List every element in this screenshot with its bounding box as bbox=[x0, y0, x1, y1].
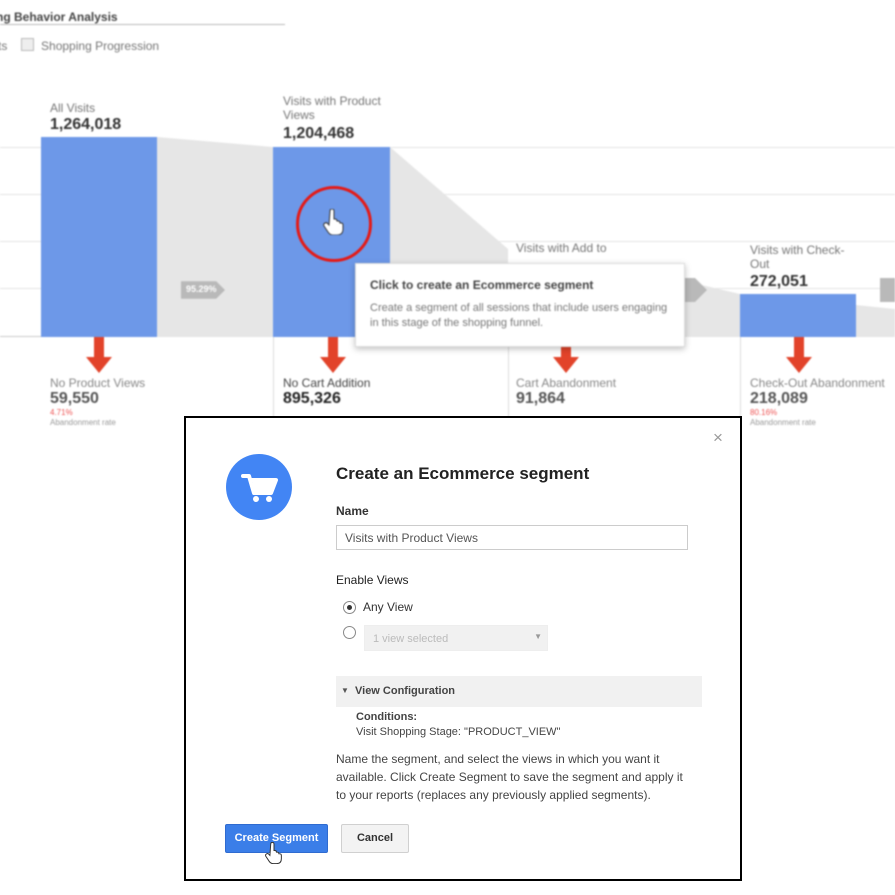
rate-tag bbox=[683, 278, 707, 302]
funnel-bar-all-visits[interactable] bbox=[41, 137, 157, 337]
title-divider bbox=[0, 24, 285, 25]
tooltip-title: Click to create an Ecommerce segment bbox=[370, 278, 594, 292]
tab-shopping-progression[interactable]: Shopping Progression bbox=[41, 39, 159, 53]
rate-tag bbox=[880, 278, 895, 302]
hand-cursor-icon bbox=[323, 209, 344, 235]
drop-off-cart-abandonment: Cart Abandonment 91,864 bbox=[516, 376, 616, 408]
drop-rate: 80.16% bbox=[750, 408, 778, 417]
shopping-cart-icon bbox=[226, 454, 292, 520]
rate-tag-value: 95.29% bbox=[186, 284, 217, 294]
stage-label-all-visits: All Visits bbox=[50, 101, 96, 115]
radio-selected-dot bbox=[347, 605, 352, 610]
column-outline bbox=[508, 337, 509, 417]
radio-any-view[interactable] bbox=[343, 601, 356, 614]
drop-label: Cart Abandonment bbox=[516, 376, 617, 390]
drop-off-arrow-icon bbox=[786, 337, 812, 373]
enable-views-label: Enable Views bbox=[336, 573, 409, 587]
segment-name-input[interactable] bbox=[336, 525, 688, 550]
chevron-down-icon: ▼ bbox=[341, 686, 349, 695]
hand-cursor-icon bbox=[265, 842, 282, 864]
stage-label-line: Views bbox=[283, 108, 315, 122]
config-header-label: View Configuration bbox=[355, 685, 456, 697]
drop-label: Check-Out Abandonment bbox=[750, 376, 885, 390]
drop-value: 91,864 bbox=[516, 390, 565, 407]
stage-label-check-out: Visits with Check- Out bbox=[750, 243, 844, 271]
cancel-button[interactable]: Cancel bbox=[341, 824, 409, 853]
segment-tooltip: Click to create an Ecommerce segment Cre… bbox=[355, 263, 685, 347]
drop-label: No Cart Addition bbox=[283, 376, 371, 390]
drop-value: 218,089 bbox=[750, 390, 808, 407]
drop-rate: 4.71% bbox=[50, 408, 73, 417]
conditions-value: Visit Shopping Stage: "PRODUCT_VIEW" bbox=[356, 726, 561, 738]
stage-label-line: Visits with Product bbox=[283, 94, 381, 108]
drop-off-check-out-abandonment: Check-Out Abandonment 218,089 80.16% Aba… bbox=[750, 376, 885, 428]
tab-partial-label[interactable]: ts bbox=[0, 39, 7, 53]
drop-value: 59,550 bbox=[50, 390, 99, 407]
stage-label-add-to-basket: Visits with Add to bbox=[516, 241, 607, 255]
stage-value-all-visits: 1,264,018 bbox=[50, 116, 122, 133]
conditions-label: Conditions: bbox=[356, 711, 418, 723]
drop-rate-label: Abandonment rate bbox=[50, 418, 116, 427]
name-label: Name bbox=[336, 504, 369, 518]
chevron-down-icon: ▼ bbox=[534, 632, 542, 641]
dialog-title: Create an Ecommerce segment bbox=[336, 464, 590, 483]
drop-off-arrow-icon bbox=[320, 337, 346, 373]
report-tabs: ts Shopping Progression bbox=[0, 38, 159, 53]
view-select-value: 1 view selected bbox=[373, 633, 449, 645]
drop-off-no-product-views: No Product Views 59,550 4.71% Abandonmen… bbox=[50, 376, 145, 428]
column-outline bbox=[273, 337, 274, 417]
report-title: ng Behavior Analysis bbox=[0, 10, 118, 24]
tab-checkbox-icon[interactable] bbox=[20, 38, 34, 51]
close-icon[interactable]: × bbox=[713, 428, 723, 448]
tooltip-body: Create a segment of all sessions that in… bbox=[370, 302, 668, 329]
helper-text: Name the segment, and select the views i… bbox=[336, 752, 683, 802]
drop-rate-label: Abandonment rate bbox=[750, 418, 816, 427]
funnel-bar-check-out[interactable] bbox=[740, 294, 856, 337]
stage-label-line: Out bbox=[750, 257, 770, 271]
stage-value-check-out: 272,051 bbox=[750, 273, 808, 290]
view-select-dropdown[interactable]: 1 view selected ▼ bbox=[364, 625, 548, 651]
create-segment-dialog: × Create an Ecommerce segment Name Enabl… bbox=[184, 416, 742, 881]
stage-label-line: Visits with Check- bbox=[750, 243, 845, 257]
drop-value: 895,326 bbox=[283, 390, 341, 407]
drop-label: No Product Views bbox=[50, 376, 146, 390]
stage-value-product-views: 1,204,468 bbox=[283, 125, 355, 142]
rate-tag: 95.29% bbox=[181, 278, 225, 307]
stage-label-product-views: Visits with Product Views bbox=[283, 94, 381, 122]
any-view-label[interactable]: Any View bbox=[363, 600, 413, 614]
drop-off-arrow-icon bbox=[86, 337, 112, 373]
radio-specific-views[interactable] bbox=[343, 626, 356, 639]
view-configuration-toggle[interactable]: ▼ View Configuration bbox=[336, 676, 702, 707]
column-outline bbox=[740, 337, 741, 417]
drop-off-no-cart-addition: No Cart Addition 895,326 bbox=[283, 376, 370, 408]
